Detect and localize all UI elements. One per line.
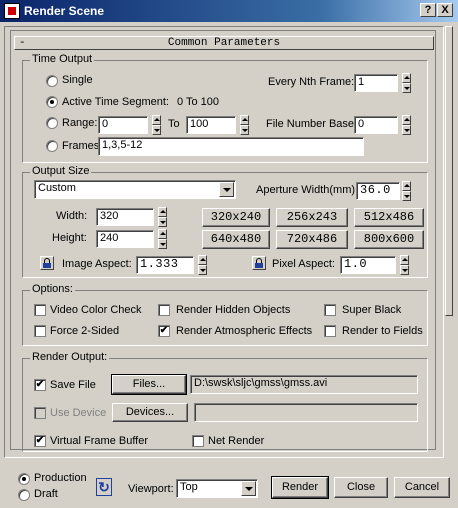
options-group <box>22 290 428 346</box>
check-mark-icon: ✔ <box>35 435 45 446</box>
height-label: Height: <box>52 232 87 244</box>
preset-640x480-button[interactable]: 640x480 <box>202 230 270 249</box>
aperture-width-label: Aperture Width(mm): <box>256 184 359 196</box>
every-nth-frame-field[interactable]: 1 <box>354 74 398 92</box>
virtual-frame-buffer-label: Virtual Frame Buffer <box>50 435 149 447</box>
output-size-label: Output Size <box>30 165 92 177</box>
output-size-preset-dropdown[interactable]: Custom <box>34 180 236 199</box>
production-radio[interactable] <box>18 473 30 485</box>
range-radio[interactable] <box>46 117 58 129</box>
draft-radio[interactable] <box>18 489 30 501</box>
check-mark-icon: ✔ <box>35 379 45 390</box>
active-time-segment-value: 0 To 100 <box>177 96 220 108</box>
options-label: Options: <box>30 283 75 295</box>
width-spinner[interactable] <box>158 207 167 227</box>
single-label: Single <box>62 74 93 86</box>
range-start-field[interactable]: 0 <box>98 116 148 134</box>
net-render-checkbox[interactable] <box>192 435 204 447</box>
draft-label: Draft <box>34 488 58 500</box>
time-output-label: Time Output <box>30 53 95 65</box>
dropdown-arrow-icon[interactable] <box>219 182 234 197</box>
vertical-scrollbar[interactable] <box>444 26 454 458</box>
image-aspect-lock-icon[interactable] <box>40 256 54 270</box>
render-hidden-objects-label: Render Hidden Objects <box>176 304 291 316</box>
files-button[interactable]: Files... <box>111 374 187 395</box>
viewport-label: Viewport: <box>128 483 174 495</box>
super-black-checkbox[interactable] <box>324 304 336 316</box>
image-aspect-spinner[interactable] <box>198 255 207 275</box>
aperture-width-field[interactable]: 36.0 <box>356 182 400 200</box>
file-number-base-label: File Number Base: <box>266 118 358 130</box>
virtual-frame-buffer-checkbox[interactable]: ✔ <box>34 435 46 447</box>
preset-720x486-button[interactable]: 720x486 <box>276 230 348 249</box>
device-field <box>194 403 418 422</box>
app-icon <box>4 3 20 19</box>
render-atmospheric-effects-label: Render Atmospheric Effects <box>176 325 313 337</box>
file-number-base-field[interactable]: 0 <box>354 116 398 134</box>
video-color-check-label: Video Color Check <box>50 304 142 316</box>
viewport-value: Top <box>180 481 198 493</box>
help-button[interactable]: ? <box>420 3 436 17</box>
image-aspect-label: Image Aspect: <box>62 258 132 270</box>
output-size-preset-value: Custom <box>38 182 76 194</box>
height-field[interactable]: 240 <box>96 230 154 248</box>
render-output-label: Render Output: <box>30 351 110 363</box>
rollout-title: Common Parameters <box>167 37 281 49</box>
render-to-fields-label: Render to Fields <box>342 325 423 337</box>
preset-800x600-button[interactable]: 800x600 <box>354 230 424 249</box>
net-render-label: Net Render <box>208 435 265 447</box>
file-number-base-spinner[interactable] <box>402 115 411 135</box>
range-to-label: To <box>168 118 180 130</box>
devices-button[interactable]: Devices... <box>112 403 188 422</box>
cancel-button[interactable]: Cancel <box>394 477 450 498</box>
range-end-field[interactable]: 100 <box>186 116 236 134</box>
frames-radio[interactable] <box>46 140 58 152</box>
dropdown-arrow-icon[interactable] <box>241 481 256 496</box>
active-time-segment-label: Active Time Segment: <box>62 96 169 108</box>
width-label: Width: <box>56 210 88 222</box>
rollout-header[interactable]: - Common Parameters <box>14 36 434 50</box>
range-end-spinner[interactable] <box>240 115 249 135</box>
save-file-checkbox[interactable]: ✔ <box>34 379 46 391</box>
frames-field[interactable]: 1,3,5-12 <box>98 137 364 156</box>
aperture-width-spinner[interactable] <box>402 181 411 201</box>
range-label: Range: <box>62 117 98 129</box>
production-label: Production <box>34 472 87 484</box>
pixel-aspect-spinner[interactable] <box>400 255 409 275</box>
pixel-aspect-field[interactable]: 1.0 <box>340 256 396 274</box>
pixel-aspect-label: Pixel Aspect: <box>272 258 335 270</box>
width-field[interactable]: 320 <box>96 208 154 226</box>
scrollbar-thumb[interactable] <box>445 26 453 316</box>
video-color-check-checkbox[interactable] <box>34 304 46 316</box>
render-atmospheric-effects-checkbox[interactable]: ✔ <box>158 325 170 337</box>
every-nth-frame-label: Every Nth Frame: <box>268 76 355 88</box>
super-black-label: Super Black <box>342 304 402 316</box>
force-2-sided-label: Force 2-Sided <box>50 325 120 337</box>
force-2-sided-checkbox[interactable] <box>34 325 46 337</box>
height-spinner[interactable] <box>158 229 167 249</box>
preset-320x240-button[interactable]: 320x240 <box>202 208 270 227</box>
use-device-checkbox[interactable] <box>34 407 46 419</box>
image-aspect-field[interactable]: 1.333 <box>136 256 194 274</box>
render-button[interactable]: Render <box>271 476 329 499</box>
preset-512x486-button[interactable]: 512x486 <box>354 208 424 227</box>
pixel-aspect-lock-icon[interactable] <box>252 256 266 270</box>
active-time-segment-radio[interactable] <box>46 96 58 108</box>
use-device-label: Use Device <box>50 407 107 419</box>
render-hidden-objects-checkbox[interactable] <box>158 304 170 316</box>
output-file-path: D:\swsk\sljc\gmss\gmss.avi <box>190 375 418 394</box>
window-title: Render Scene <box>24 4 105 18</box>
viewport-dropdown[interactable]: Top <box>176 479 258 498</box>
every-nth-frame-spinner[interactable] <box>402 73 411 93</box>
close-button[interactable]: Close <box>334 477 388 498</box>
single-radio[interactable] <box>46 75 58 87</box>
preset-256x243-button[interactable]: 256x243 <box>276 208 348 227</box>
save-file-label: Save File <box>50 379 96 391</box>
render-to-fields-checkbox[interactable] <box>324 325 336 337</box>
frames-label: Frames <box>62 140 100 152</box>
render-type-swap-icon[interactable]: ↻ <box>96 478 112 496</box>
check-mark-icon: ✔ <box>159 325 169 336</box>
range-start-spinner[interactable] <box>152 115 161 135</box>
close-window-button[interactable]: X <box>437 3 453 17</box>
